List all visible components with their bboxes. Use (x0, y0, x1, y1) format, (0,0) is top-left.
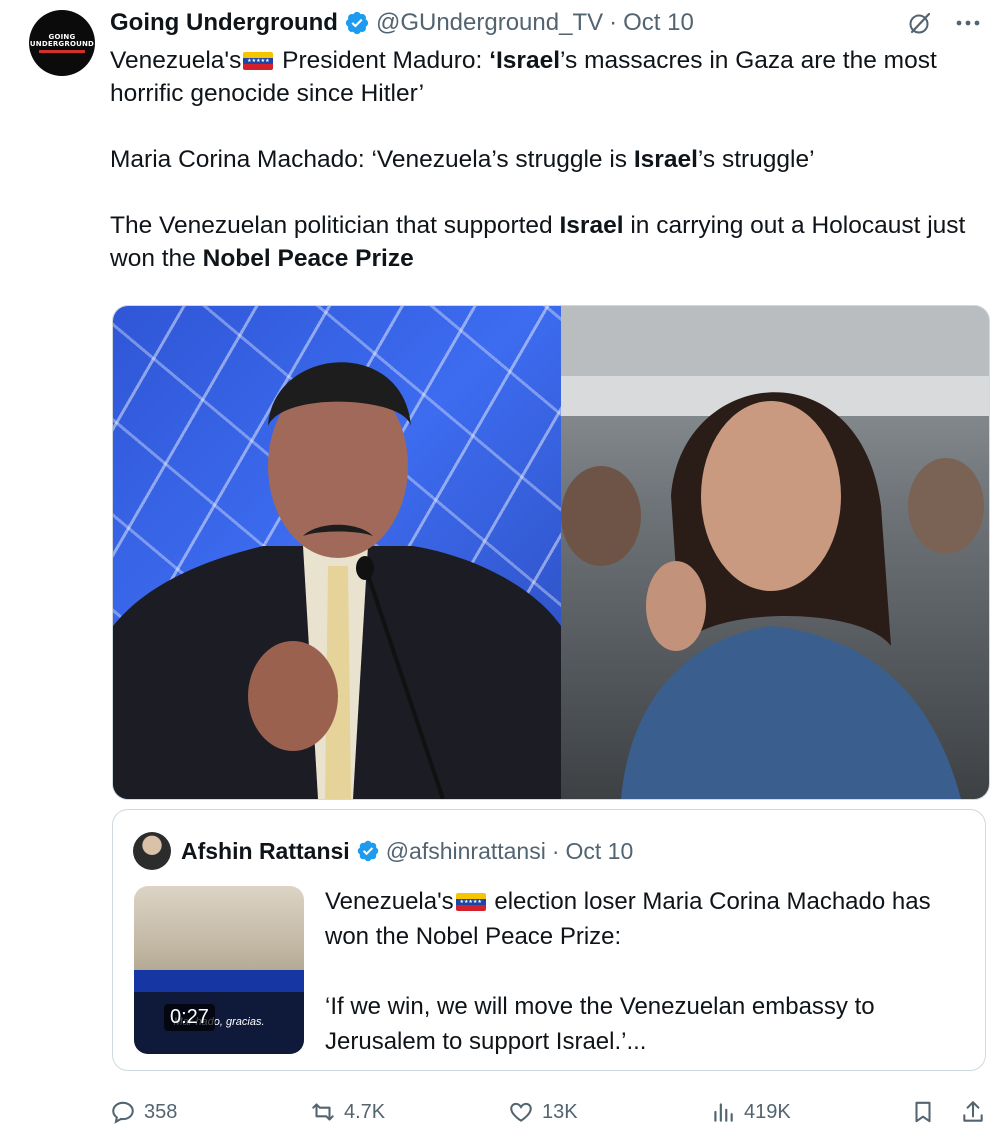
bold-term[interactable]: ‘Israel (489, 47, 560, 74)
tweet-action-bar: 358 4.7K 13K 419K (110, 1092, 990, 1132)
author-handle[interactable]: @GUnderground_TV (376, 9, 603, 37)
author-name[interactable]: Going Underground (110, 9, 338, 37)
media-photo-machado[interactable] (561, 306, 989, 799)
reply-count: 358 (144, 1100, 178, 1123)
top-actions (907, 6, 981, 40)
text-span: Venezuela's (110, 47, 242, 74)
reply-button[interactable]: 358 (110, 1099, 177, 1125)
quoted-tweet-header: Afshin Rattansi @afshinrattansi · Oct 10 (181, 834, 633, 868)
verified-badge-icon (356, 839, 380, 863)
avatar-logo-bar (39, 49, 85, 53)
share-icon (963, 1101, 983, 1122)
views-icon (714, 1103, 733, 1122)
heart-icon (510, 1102, 532, 1122)
venezuela-flag-icon: ★★★★★ (243, 52, 274, 70)
like-count: 13K (542, 1100, 578, 1123)
verified-badge-icon (344, 10, 370, 36)
venezuela-flag-icon: ★★★★★ (455, 893, 486, 911)
bookmark-button[interactable] (910, 1099, 936, 1125)
tweet-text: Venezuela's ★★★★★ President Maduro: ‘Isra… (110, 44, 990, 275)
tweet-paragraph-2: Maria Corina Machado: ‘Venezuela’s strug… (110, 143, 990, 176)
header-separator: · (609, 9, 618, 36)
text-span: Venezuela's (325, 888, 454, 915)
view-count: 419K (744, 1100, 791, 1123)
bold-term[interactable]: Nobel Peace Prize (203, 245, 414, 272)
author-avatar[interactable]: GOING UNDERGROUND (29, 10, 95, 76)
grok-icon[interactable] (907, 10, 933, 36)
repost-button[interactable]: 4.7K (310, 1099, 385, 1125)
repost-icon (312, 1103, 334, 1121)
tweet-media[interactable] (112, 305, 990, 800)
quoted-author-avatar[interactable] (133, 832, 171, 870)
quoted-author-name[interactable]: Afshin Rattansi (181, 838, 350, 865)
bold-term[interactable]: Israel (634, 146, 698, 173)
avatar-logo-text: GOING UNDERGROUND (29, 32, 95, 48)
quoted-header-separator: · (551, 837, 560, 864)
quoted-tweet-text: Venezuela's ★★★★★ election loser Maria Co… (325, 884, 965, 1059)
bold-term[interactable]: Israel (559, 212, 623, 239)
share-button[interactable] (960, 1099, 986, 1125)
tweet-date[interactable]: Oct 10 (623, 9, 694, 37)
text-span: ’s struggle’ (697, 146, 815, 173)
repost-count: 4.7K (344, 1100, 386, 1123)
reply-icon (112, 1101, 134, 1124)
tweet-paragraph-1: Venezuela's ★★★★★ President Maduro: ‘Isra… (110, 44, 990, 110)
tweet-paragraph-3: The Venezuelan politician that supported… (110, 209, 990, 275)
quoted-paragraph-1: Venezuela's ★★★★★ election loser Maria Co… (325, 884, 965, 954)
text-span: Maria Corina Machado: ‘Venezuela’s strug… (110, 146, 634, 173)
video-caption: Mar hado, gracias. (173, 1016, 265, 1028)
like-button[interactable]: 13K (508, 1099, 578, 1125)
more-options-icon[interactable] (955, 19, 981, 27)
video-duration: 0:27 (164, 1004, 215, 1031)
views-button[interactable]: 419K (710, 1099, 791, 1125)
quoted-author-handle[interactable]: @afshinrattansi (386, 838, 546, 865)
text-span: The Venezuelan politician that supported (110, 212, 560, 239)
text-span: President Maduro: (275, 47, 490, 74)
quoted-tweet[interactable]: Afshin Rattansi @afshinrattansi · Oct 10… (112, 809, 986, 1071)
quoted-paragraph-2: ‘If we win, we will move the Venezuelan … (325, 993, 875, 1055)
bookmark-icon (915, 1101, 931, 1123)
tweet-header: Going Underground @GUnderground_TV · Oct… (110, 6, 694, 40)
video-banner (134, 970, 304, 992)
quoted-video-thumbnail[interactable]: Mar hado, gracias. 0:27 (134, 886, 304, 1054)
media-photo-maduro[interactable] (113, 306, 561, 799)
quoted-tweet-date[interactable]: Oct 10 (566, 838, 634, 865)
